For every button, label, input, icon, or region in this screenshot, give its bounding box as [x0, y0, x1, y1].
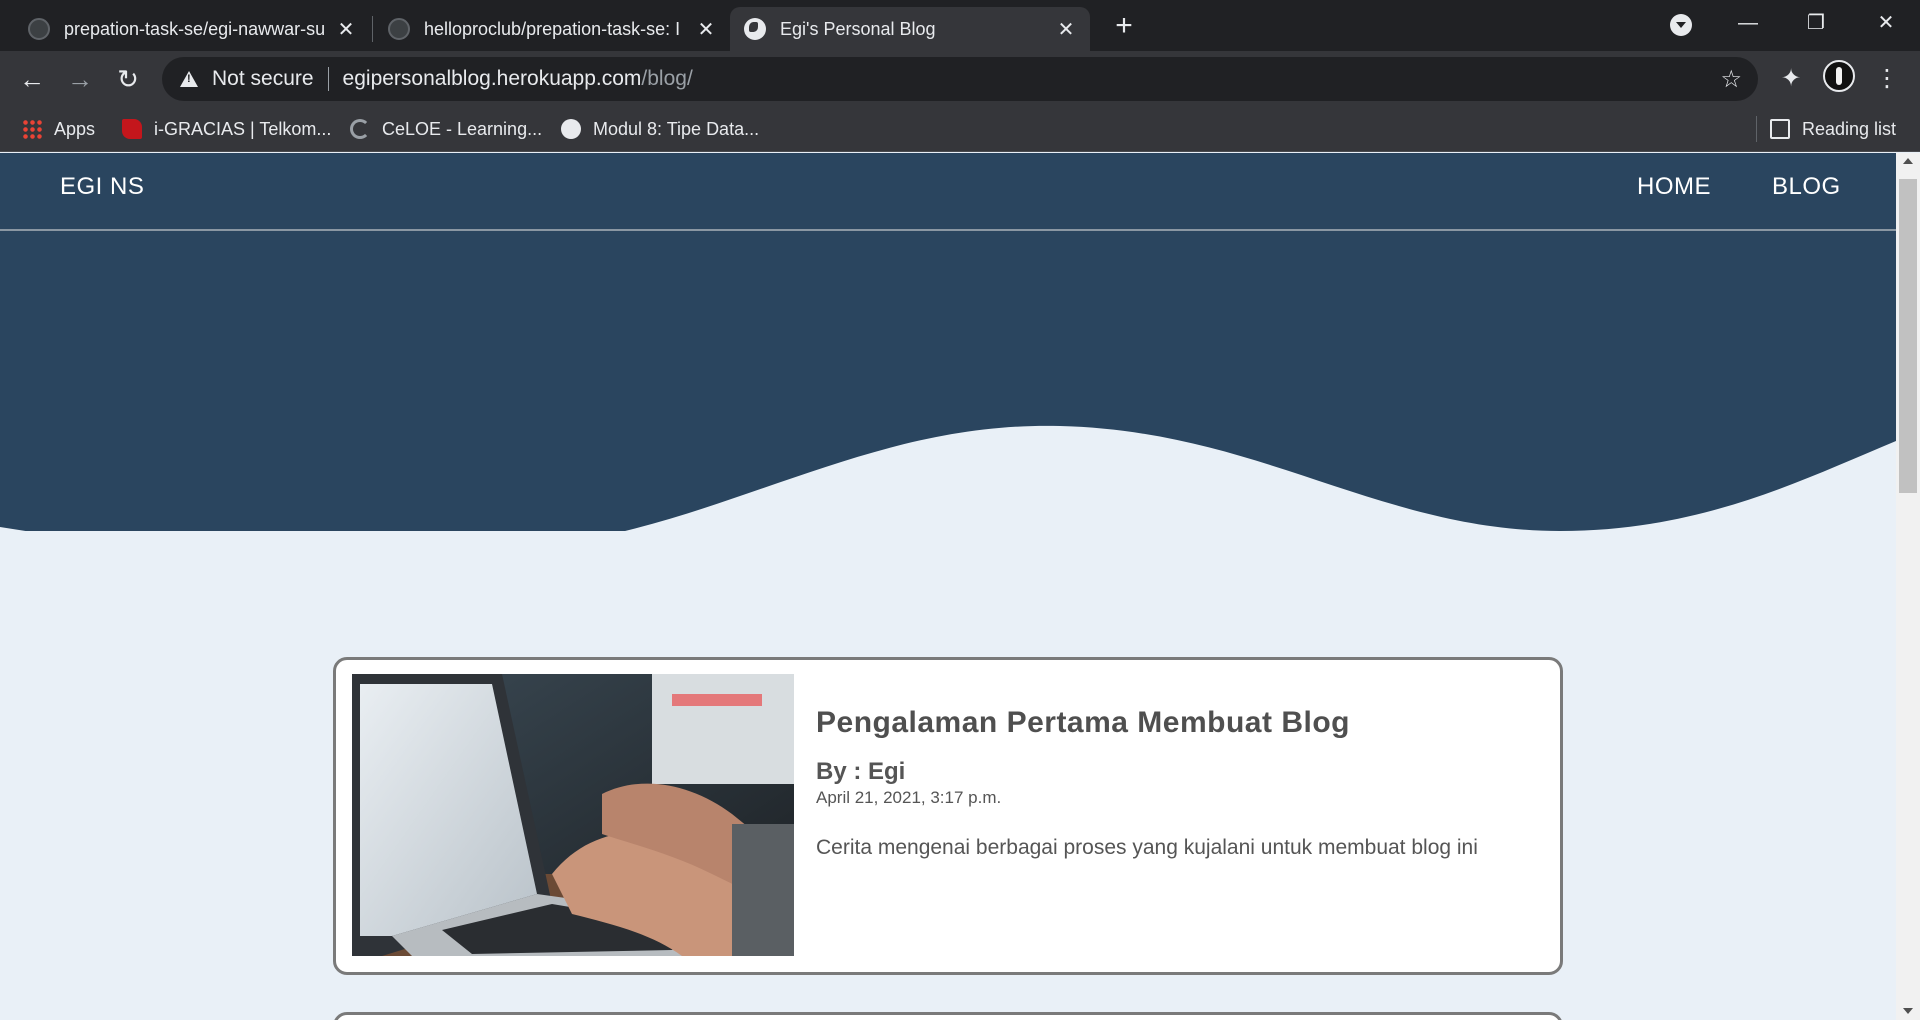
post-content: Pengalaman Pertama Membuat Blog By : Egi… [816, 706, 1536, 860]
nav-link-home[interactable]: HOME [1637, 173, 1711, 201]
reading-list-label: Reading list [1802, 118, 1897, 139]
globe-icon [561, 119, 581, 139]
page-scrollbar[interactable] [1896, 153, 1920, 1020]
bookmarks-bar: Apps i-GRACIAS | Telkom... CeLOE - Learn… [0, 106, 1920, 152]
tab-title: prepation-task-se/egi-nawwar-su [64, 18, 326, 39]
tab-title: helloproclub/prepation-task-se: I [424, 18, 681, 39]
reading-list-icon [1770, 119, 1790, 139]
tab-github-2[interactable]: helloproclub/prepation-task-se: I ✕ [374, 7, 730, 51]
tab-search-icon[interactable] [1670, 14, 1692, 36]
bookmark-label: Modul 8: Tipe Data... [593, 118, 760, 139]
bookmark-star-icon[interactable]: ☆ [1720, 65, 1742, 94]
post-excerpt: Cerita mengenai berbagai proses yang kuj… [816, 836, 1478, 859]
page-viewport: EGI NS HOME BLOG Pengalaman Pertama Memb… [0, 153, 1896, 1020]
divider [1756, 116, 1757, 142]
bookmark-modul8[interactable]: Modul 8: Tipe Data... [561, 106, 759, 152]
post-title-link[interactable]: Pengalaman Pertama Membuat Blog [816, 706, 1536, 740]
globe-icon [744, 18, 766, 40]
post-author: By : Egi [816, 758, 906, 785]
bookmark-label: CeLOE - Learning... [382, 118, 543, 139]
reload-button[interactable]: ↻ [108, 59, 148, 99]
address-bar[interactable]: Not secure egipersonalblog.herokuapp.com… [162, 57, 1758, 101]
profile-avatar[interactable] [1823, 60, 1855, 92]
back-button[interactable]: ← [12, 59, 52, 99]
browser-tab-bar: prepation-task-se/egi-nawwar-su ✕ hellop… [0, 0, 1920, 51]
browser-toolbar: ← → ↻ Not secure egipersonalblog.herokua… [0, 51, 1920, 106]
reading-list-button[interactable]: Reading list [1770, 106, 1896, 152]
celoe-icon [350, 119, 370, 139]
github-icon [388, 18, 410, 40]
bookmark-label: Apps [54, 118, 96, 139]
github-icon [28, 18, 50, 40]
nav-link-blog[interactable]: BLOG [1772, 173, 1841, 201]
tab-github-1[interactable]: prepation-task-se/egi-nawwar-su ✕ [14, 7, 370, 51]
hero-wave [0, 231, 1896, 531]
post-thumbnail-image[interactable] [352, 674, 794, 956]
menu-kebab-icon[interactable]: ⋮ [1871, 63, 1903, 95]
laptop-typing-illustration [352, 674, 794, 956]
site-navbar: EGI NS HOME BLOG [0, 153, 1896, 231]
window-close-button[interactable]: ✕ [1856, 4, 1916, 42]
bookmark-celoe[interactable]: CeLOE - Learning... [350, 106, 542, 152]
minimize-button[interactable]: — [1718, 4, 1778, 42]
scrollbar-thumb[interactable] [1899, 179, 1917, 493]
blog-post-card[interactable]: Pengalaman Pertama Membuat Blog By : Egi… [333, 657, 1563, 975]
close-icon[interactable]: ✕ [336, 17, 356, 42]
tab-title: Egi's Personal Blog [780, 18, 936, 39]
close-icon[interactable]: ✕ [696, 17, 716, 42]
extensions-icon[interactable]: ✦ [1775, 63, 1807, 95]
close-icon[interactable]: ✕ [1056, 17, 1076, 42]
tab-egi-blog[interactable]: Egi's Personal Blog ✕ [730, 7, 1090, 51]
telkom-icon [122, 119, 142, 139]
post-date: April 21, 2021, 3:17 p.m. [816, 788, 1002, 807]
security-label[interactable]: Not secure [212, 67, 314, 91]
bookmark-apps[interactable]: Apps [22, 106, 95, 152]
bookmark-label: i-GRACIAS | Telkom... [154, 118, 332, 139]
forward-button[interactable]: → [60, 59, 100, 99]
site-brand-link[interactable]: EGI NS [60, 173, 144, 201]
divider [327, 67, 329, 91]
bookmark-igracias[interactable]: i-GRACIAS | Telkom... [122, 106, 331, 152]
scroll-up-arrow-icon[interactable] [1903, 158, 1913, 164]
url-host: egipersonalblog.herokuapp.com [342, 67, 642, 90]
restore-button[interactable]: ❐ [1786, 4, 1846, 42]
apps-grid-icon [22, 119, 42, 139]
new-tab-button[interactable]: + [1108, 10, 1140, 42]
scroll-down-arrow-icon[interactable] [1903, 1008, 1913, 1014]
warning-icon [180, 71, 198, 87]
blog-post-card-next[interactable] [333, 1012, 1563, 1020]
url-path: /blog/ [641, 67, 693, 90]
tab-separator [372, 16, 373, 42]
